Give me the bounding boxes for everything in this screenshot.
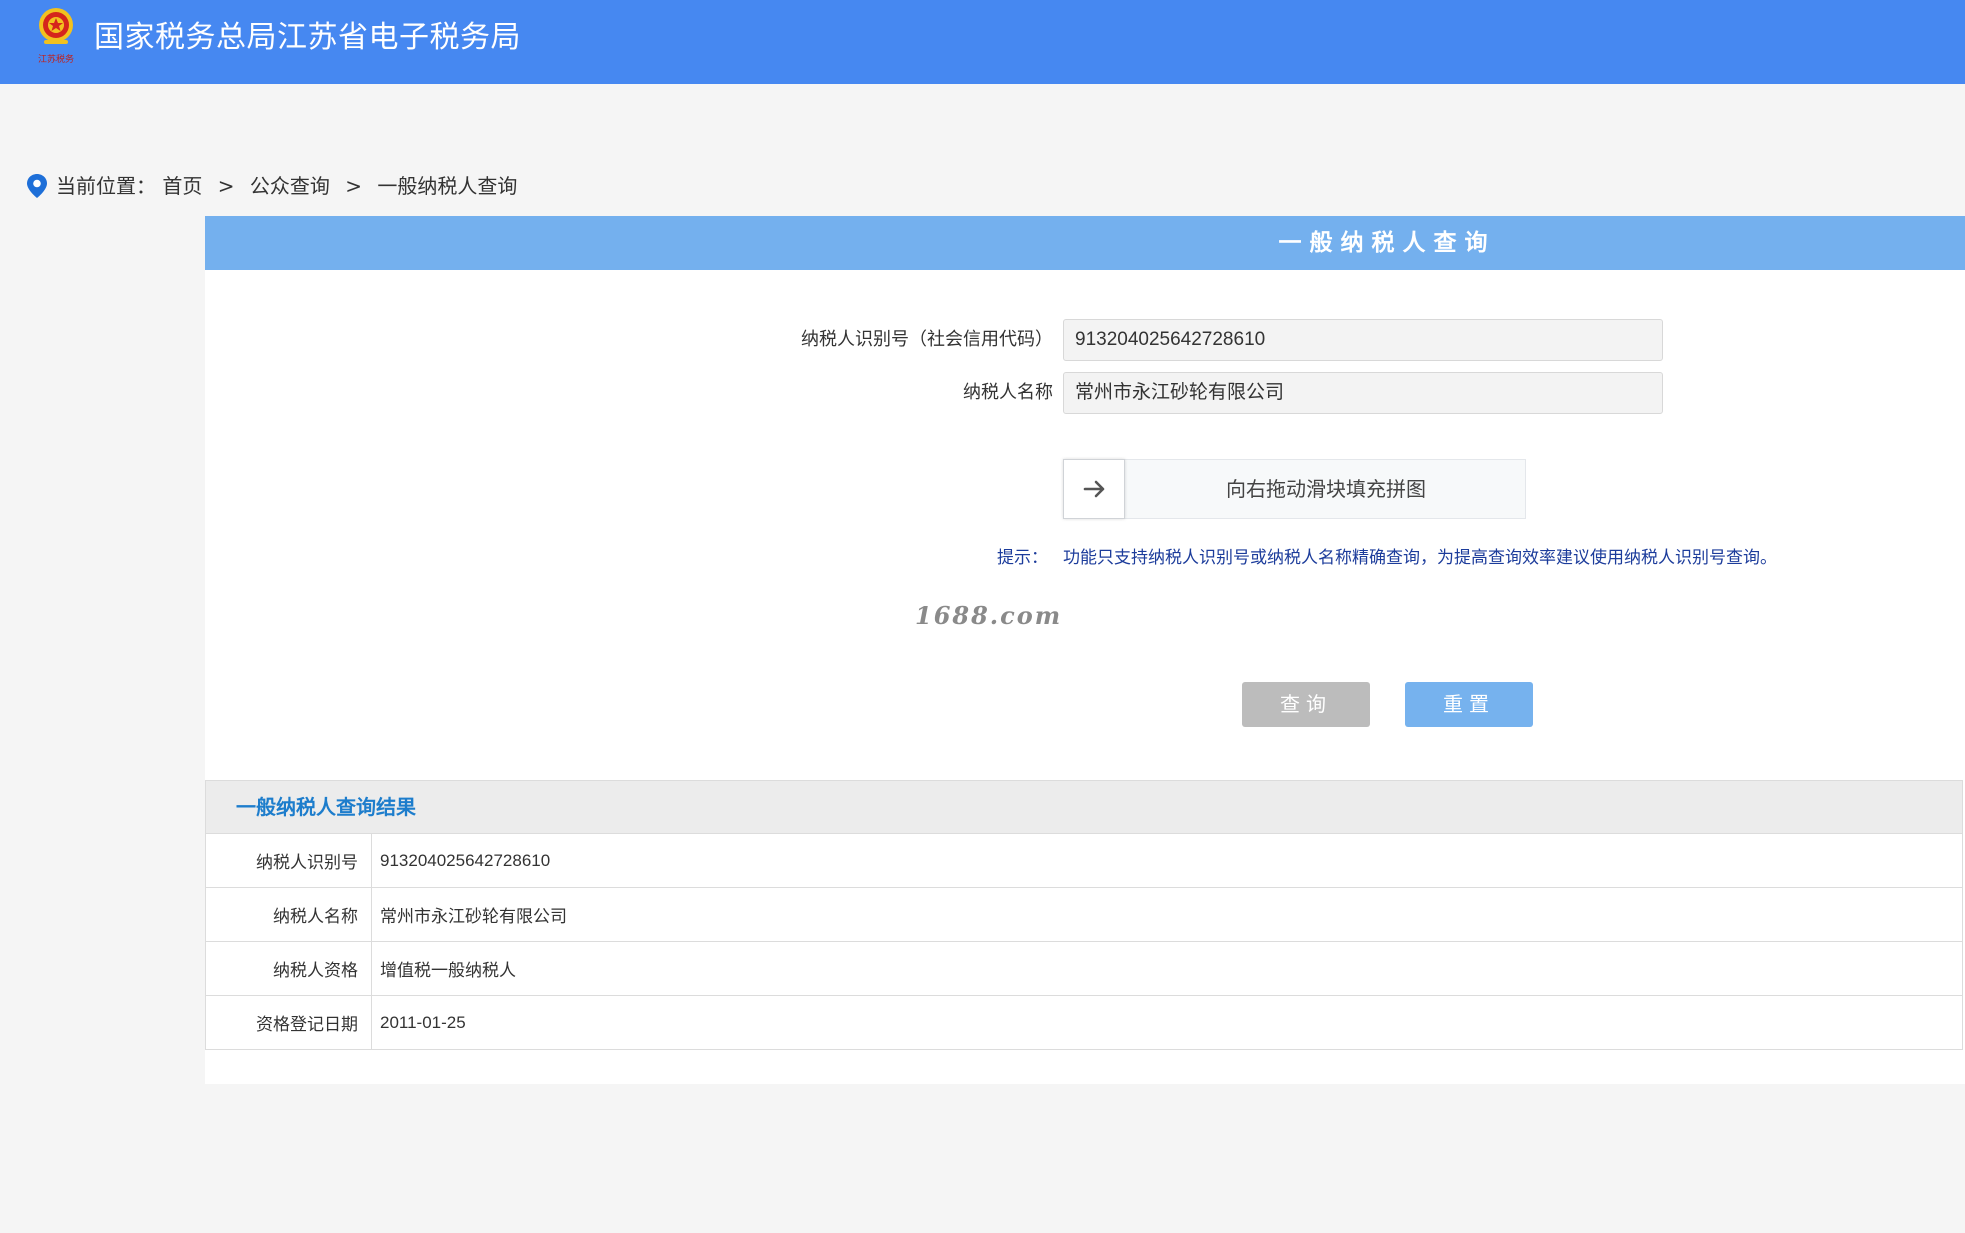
results-title: 一般纳税人查询结果	[236, 795, 416, 819]
breadcrumb-separator: >	[345, 174, 362, 198]
breadcrumb-public-query[interactable]: 公众查询	[250, 174, 330, 198]
table-row: 资格登记日期 2011-01-25	[205, 995, 1963, 1050]
top-header-bar: 江苏税务 国家税务总局江苏省电子税务局	[0, 0, 1965, 84]
emblem-caption: 江苏税务	[38, 53, 74, 65]
panel-header: 一般纳税人查询	[205, 216, 1965, 270]
location-pin-icon	[27, 174, 47, 198]
breadcrumb-home[interactable]: 首页	[162, 174, 202, 198]
taxpayer-id-input[interactable]: 913204025642728610	[1063, 319, 1663, 361]
table-row: 纳税人资格 增值税一般纳税人	[205, 941, 1963, 996]
result-key: 纳税人资格	[205, 941, 372, 996]
arrow-right-icon	[1083, 480, 1105, 498]
table-row: 纳税人名称 常州市永江砂轮有限公司	[205, 887, 1963, 942]
results-header: 一般纳税人查询结果	[205, 780, 1963, 834]
taxpayer-id-label: 纳税人识别号（社会信用代码）	[801, 329, 1053, 350]
result-value: 常州市永江砂轮有限公司	[371, 887, 1963, 942]
taxpayer-name-input[interactable]: 常州市永江砂轮有限公司	[1063, 372, 1663, 414]
result-key: 资格登记日期	[205, 995, 372, 1050]
result-value: 增值税一般纳税人	[371, 941, 1963, 996]
breadcrumb-current-page: 一般纳税人查询	[377, 174, 518, 198]
reset-button[interactable]: 重置	[1405, 682, 1533, 727]
query-button[interactable]: 查询	[1242, 682, 1370, 727]
hint-label: 提示：	[997, 548, 1048, 568]
watermark: 1688.com	[915, 601, 1063, 630]
result-value: 2011-01-25	[371, 995, 1963, 1050]
query-panel: 一般纳税人查询 纳税人识别号（社会信用代码） 91320402564272861…	[205, 216, 1965, 1084]
slider-captcha: 向右拖动滑块填充拼图	[1063, 459, 1526, 519]
taxpayer-name-label: 纳税人名称	[963, 382, 1053, 403]
results-table: 纳税人识别号 913204025642728610 纳税人名称 常州市永江砂轮有…	[205, 833, 1963, 1050]
slider-instruction: 向右拖动滑块填充拼图	[1226, 477, 1426, 501]
result-key: 纳税人名称	[205, 887, 372, 942]
breadcrumb-prefix: 当前位置：	[56, 174, 156, 198]
result-value: 913204025642728610	[371, 833, 1963, 888]
result-key: 纳税人识别号	[205, 833, 372, 888]
panel-title: 一般纳税人查询	[1278, 230, 1496, 256]
national-emblem-logo: 江苏税务	[38, 8, 74, 65]
slider-handle[interactable]	[1063, 459, 1125, 519]
site-title: 国家税务总局江苏省电子税务局	[94, 20, 521, 55]
table-row: 纳税人识别号 913204025642728610	[205, 833, 1963, 888]
hint-text: 功能只支持纳税人识别号或纳税人名称精确查询，为提高查询效率建议使用纳税人识别号查…	[1063, 548, 1777, 568]
breadcrumb-separator: >	[217, 174, 235, 198]
